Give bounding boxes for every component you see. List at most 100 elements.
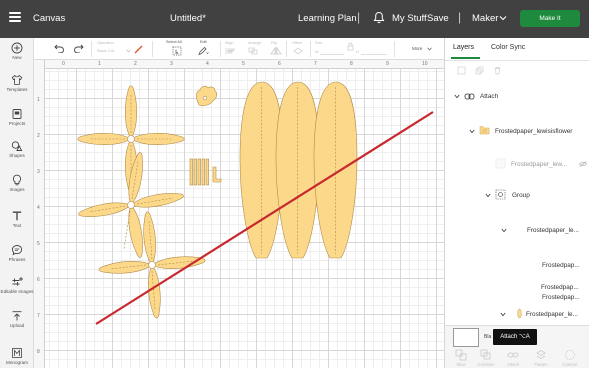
layer-row[interactable]: Frostedpap... <box>445 254 589 278</box>
width-input[interactable] <box>320 47 344 55</box>
attach-button[interactable]: Attach <box>501 349 525 367</box>
tool-label: Contour <box>562 362 578 367</box>
layer-row[interactable]: Frostedpaper_lew... <box>445 153 589 177</box>
contour-icon <box>565 350 575 360</box>
layer-row-attach[interactable]: Attach <box>445 85 589 109</box>
layer-label: Frostedpaper_le... <box>527 227 579 234</box>
chevron-down-icon[interactable] <box>500 312 506 317</box>
horizontal-ruler: 0 1 2 3 4 5 6 7 8 9 10 <box>45 60 444 69</box>
nav-label: Text <box>12 223 22 228</box>
chevron-down-icon[interactable] <box>501 228 507 233</box>
edit-icon[interactable] <box>197 46 209 56</box>
ruler-number: 5 <box>37 241 40 247</box>
lightbulb-icon <box>12 174 22 186</box>
bell-icon[interactable] <box>373 11 385 24</box>
tool-label: Combine <box>477 362 495 367</box>
duplicate-layer-icon[interactable] <box>475 66 484 75</box>
slice-button[interactable]: Slice <box>449 349 473 367</box>
chevron-down-icon[interactable] <box>454 94 460 99</box>
nav-templates[interactable]: Templates <box>0 74 34 92</box>
make-it-button[interactable]: Make It <box>520 10 580 27</box>
tab-color-sync[interactable]: Color Sync <box>491 44 525 51</box>
layer-row[interactable]: Frostedpaper_le... <box>444 303 589 325</box>
ruler-number: 2 <box>134 61 137 67</box>
chevron-down-icon[interactable] <box>126 49 131 53</box>
eye-hidden-icon[interactable] <box>579 161 587 167</box>
divider <box>310 41 311 57</box>
pen-color-icon[interactable] <box>134 45 143 54</box>
flip-label: Flip <box>271 41 278 45</box>
select-all-icon[interactable] <box>172 46 182 56</box>
ruler-number: 8 <box>350 61 353 67</box>
chevron-down-icon[interactable] <box>485 193 491 198</box>
chevron-down-icon[interactable] <box>469 129 475 134</box>
ruler-number: 1 <box>37 97 40 103</box>
bud-shape[interactable] <box>196 85 218 107</box>
operation-label: Operation <box>97 41 114 45</box>
layer-row[interactable]: Frostedpap... <box>444 276 589 298</box>
nav-upload[interactable]: Upload <box>0 310 34 328</box>
nav-images[interactable]: Images <box>0 174 34 192</box>
chevron-down-icon[interactable] <box>427 47 432 51</box>
divider: | <box>458 10 462 24</box>
divider <box>286 41 287 57</box>
arrange-icon[interactable] <box>248 47 260 55</box>
ruler-number: 2 <box>37 133 40 139</box>
folder-icon <box>479 126 490 135</box>
more-menu[interactable]: More <box>412 46 422 51</box>
nav-text[interactable]: Text <box>0 210 34 228</box>
lock-icon[interactable] <box>347 42 354 51</box>
operation-select[interactable]: Basic Cut <box>97 48 114 53</box>
tab-layers[interactable]: Layers <box>453 44 474 51</box>
slice-icon <box>455 349 467 361</box>
edit-label: Edit <box>200 40 207 44</box>
ruler-number: 7 <box>314 61 317 67</box>
canvas-artwork[interactable] <box>45 69 444 368</box>
nav-label: Images <box>9 187 25 192</box>
ruler-number: 6 <box>278 61 281 67</box>
ruler-number: 6 <box>37 277 40 283</box>
flip-icon[interactable] <box>270 47 282 55</box>
layer-row[interactable]: Frostedpaper_lewisisflower <box>445 120 589 144</box>
machine-selector[interactable]: Maker <box>472 13 498 24</box>
fringe-shape[interactable] <box>189 158 222 186</box>
petal-shape[interactable] <box>275 81 320 259</box>
align-icon[interactable] <box>225 47 237 55</box>
tool-label: Attach <box>506 362 520 367</box>
combine-button[interactable]: Combine <box>474 349 498 367</box>
undo-icon[interactable] <box>54 43 65 53</box>
nav-phrases[interactable]: Phrases <box>0 244 34 262</box>
flatten-button[interactable]: Flatten <box>529 349 553 367</box>
layer-label: Frostedpaper_le... <box>526 311 578 318</box>
shirt-icon <box>11 74 23 85</box>
top-bar: Canvas Untitled* Learning Plan | My Stuf… <box>0 0 589 38</box>
chevron-down-icon[interactable] <box>499 14 507 22</box>
my-stuff-link[interactable]: My Stuff <box>392 13 427 24</box>
document-title[interactable]: Untitled* <box>170 13 206 24</box>
nav-editable-images[interactable]: Editable Images <box>0 276 34 294</box>
nav-monogram[interactable]: Monogram <box>0 347 34 365</box>
group-layer-icon[interactable] <box>457 66 466 75</box>
menu-icon[interactable] <box>9 12 21 22</box>
width-label: W <box>315 49 319 54</box>
petal-shape[interactable] <box>313 81 358 259</box>
offset-icon[interactable] <box>292 47 304 55</box>
save-button[interactable]: Save <box>427 13 449 24</box>
divider <box>394 41 395 57</box>
nav-projects[interactable]: Projects <box>0 108 34 126</box>
blank-canvas-layer[interactable] <box>453 328 479 347</box>
contour-button[interactable]: Contour <box>558 349 582 367</box>
ruler-number: 5 <box>242 61 245 67</box>
trash-icon[interactable] <box>493 66 502 75</box>
learning-plan-link[interactable]: Learning Plan <box>298 13 357 24</box>
layer-row-group[interactable]: Group <box>445 184 589 208</box>
layer-label: Attach <box>480 93 499 100</box>
nav-new[interactable]: New <box>0 42 34 60</box>
redo-icon[interactable] <box>73 43 84 53</box>
height-input[interactable] <box>361 47 387 55</box>
divider <box>445 60 589 61</box>
nav-shapes[interactable]: Shapes <box>0 140 34 158</box>
align-label: Align <box>225 41 234 45</box>
layer-label: Frostedpap... <box>541 284 579 291</box>
layer-row[interactable]: Frostedpaper_le... <box>445 219 589 243</box>
